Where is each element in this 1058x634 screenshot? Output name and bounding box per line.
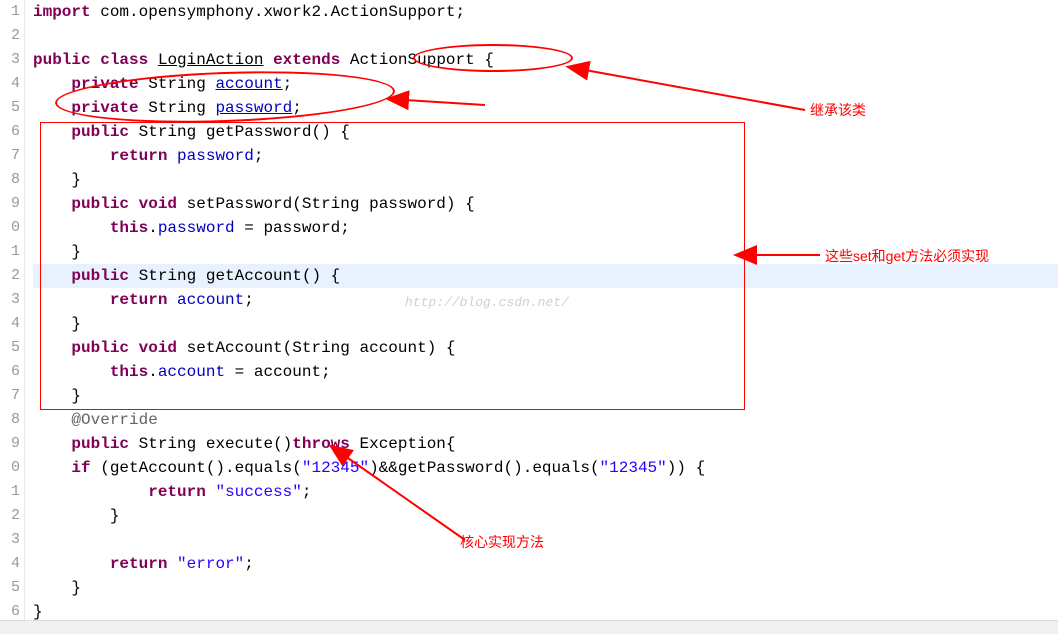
code-line[interactable]: return password; (33, 144, 1058, 168)
line-number: 3 (0, 48, 20, 72)
code-line[interactable]: this.account = account; (33, 360, 1058, 384)
line-number: 9 (0, 192, 20, 216)
code-line[interactable]: } (33, 504, 1058, 528)
line-number: 7 (0, 144, 20, 168)
line-number: 0 (0, 456, 20, 480)
line-number: 6 (0, 120, 20, 144)
code-content[interactable]: import com.opensymphony.xwork2.ActionSup… (25, 0, 1058, 634)
code-line[interactable]: public String execute()throws Exception{ (33, 432, 1058, 456)
line-number: 2 (0, 504, 20, 528)
code-line[interactable]: return "success"; (33, 480, 1058, 504)
code-line[interactable]: public class LoginAction extends ActionS… (33, 48, 1058, 72)
line-number: 4 (0, 552, 20, 576)
code-line[interactable]: return "error"; (33, 552, 1058, 576)
horizontal-scrollbar[interactable] (0, 620, 1058, 634)
line-number: 1 (0, 0, 20, 24)
line-number: 9 (0, 432, 20, 456)
line-number: 1 (0, 480, 20, 504)
line-gutter: 1 2 3 4 5 6 7 8 9 0 1 2 3 4 5 6 7 8 9 0 … (0, 0, 25, 634)
line-number: 2 (0, 24, 20, 48)
code-line[interactable]: private String password; (33, 96, 1058, 120)
code-line[interactable]: return account; (33, 288, 1058, 312)
line-number: 4 (0, 312, 20, 336)
code-line[interactable]: private String account; (33, 72, 1058, 96)
code-line[interactable]: } (33, 384, 1058, 408)
code-line[interactable] (33, 528, 1058, 552)
line-number: 6 (0, 360, 20, 384)
annotation-getset-label: 这些set和get方法必须实现 (825, 246, 989, 266)
code-line[interactable]: this.password = password; (33, 216, 1058, 240)
line-number: 3 (0, 288, 20, 312)
line-number: 3 (0, 528, 20, 552)
code-line-highlighted[interactable]: public String getAccount() { (33, 264, 1058, 288)
annotation-extends-label: 继承该类 (810, 100, 866, 120)
code-line[interactable] (33, 24, 1058, 48)
code-line[interactable]: public String getPassword() { (33, 120, 1058, 144)
code-line[interactable]: } (33, 312, 1058, 336)
line-number: 8 (0, 168, 20, 192)
line-number: 5 (0, 96, 20, 120)
line-number: 4 (0, 72, 20, 96)
line-number: 2 (0, 264, 20, 288)
code-line[interactable]: public void setPassword(String password)… (33, 192, 1058, 216)
line-number: 1 (0, 240, 20, 264)
annotation-core-label: 核心实现方法 (460, 532, 544, 552)
line-number: 8 (0, 408, 20, 432)
code-line[interactable]: } (33, 168, 1058, 192)
line-number: 5 (0, 576, 20, 600)
code-line[interactable]: if (getAccount().equals("12345")&&getPas… (33, 456, 1058, 480)
line-number: 5 (0, 336, 20, 360)
code-editor: 1 2 3 4 5 6 7 8 9 0 1 2 3 4 5 6 7 8 9 0 … (0, 0, 1058, 634)
code-line[interactable]: } (33, 576, 1058, 600)
line-number: 0 (0, 216, 20, 240)
code-line[interactable]: public void setAccount(String account) { (33, 336, 1058, 360)
code-line[interactable]: @Override (33, 408, 1058, 432)
code-line[interactable]: import com.opensymphony.xwork2.ActionSup… (33, 0, 1058, 24)
line-number: 7 (0, 384, 20, 408)
